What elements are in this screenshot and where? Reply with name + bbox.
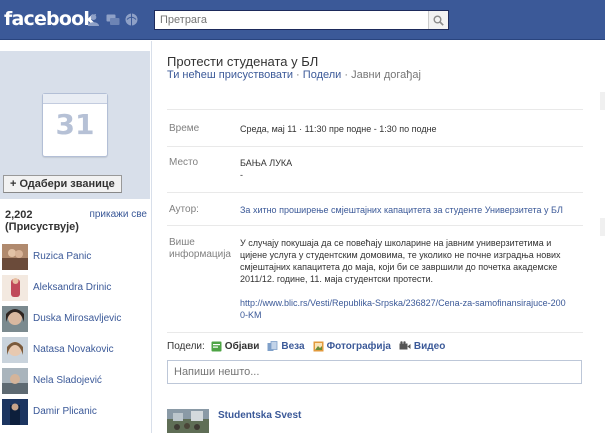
share-bar: Подели: Објави Веза Фотографија Видео — [167, 341, 450, 352]
avatar — [2, 274, 28, 301]
attendees-summary: 2,202 (Присуствује) прикажи све — [5, 209, 147, 233]
detail-row-more-info: Више информација У случају покушаја да с… — [167, 225, 583, 333]
share-item-label: Видео — [413, 341, 446, 352]
attendee-item[interactable]: Damir Plicanic — [0, 396, 150, 427]
detail-value: Среда, мај 11 · 11:30 пре подне - 1:30 п… — [240, 124, 437, 134]
description-line: цијене услуга у студентским домовима, те… — [240, 250, 561, 260]
notifications-icon[interactable] — [124, 13, 139, 26]
photo-icon — [313, 341, 324, 352]
avatar — [2, 367, 28, 394]
attendee-item[interactable]: Aleksandra Drinic — [0, 272, 150, 303]
detail-label: Више — [169, 237, 195, 248]
external-link[interactable]: 0-KM — [240, 309, 262, 321]
status-icon — [211, 341, 222, 352]
choose-guests-button[interactable]: + Одабери званице — [3, 175, 122, 193]
right-column-edge — [600, 92, 605, 110]
detail-row-time: Време Среда, мај 11 · 11:30 пре подне - … — [167, 109, 583, 146]
detail-row-author: Аутор: За хитно проширење смјештајних ка… — [167, 192, 583, 225]
left-column: 31 + Одабери званице 2,202 (Присуствује)… — [0, 41, 152, 433]
calendar-icon: 31 — [42, 93, 108, 157]
post-author-link[interactable]: Studentska Svest — [218, 410, 301, 421]
detail-row-place: Место БАЊА ЛУКА - — [167, 146, 583, 192]
description-line: смјештајних капацитета до маја, који би … — [240, 262, 558, 272]
notification-jewels — [86, 13, 139, 26]
attendee-name: Natasa Novakovic — [33, 344, 114, 355]
detail-label: Место — [169, 157, 199, 168]
detail-label: Време — [169, 123, 200, 134]
friend-requests-icon[interactable] — [86, 13, 101, 26]
attendee-item[interactable]: Duska Mirosavljevic — [0, 303, 150, 334]
avatar — [2, 305, 28, 332]
composer-input[interactable] — [174, 361, 574, 383]
avatar — [2, 243, 28, 270]
attendee-list: Ruzica Panic Aleksandra Drinic Duska Mir… — [0, 241, 150, 427]
attendee-name: Duska Mirosavljevic — [33, 313, 122, 324]
attendee-name: Nela Sladojević — [33, 375, 102, 386]
attendee-label: (Присуствује) — [5, 221, 79, 233]
share-link-button[interactable]: Веза — [267, 341, 305, 352]
share-status-button[interactable]: Објави — [211, 341, 260, 352]
share-event-link[interactable]: Подели — [303, 69, 342, 81]
external-link[interactable]: http://www.blic.rs/Vesti/Republika-Srpsk… — [240, 297, 566, 309]
share-item-label: Веза — [281, 341, 305, 352]
messages-icon[interactable] — [105, 13, 120, 26]
facebook-logo[interactable]: facebook — [4, 8, 96, 30]
right-column-edge — [600, 218, 605, 236]
search-icon[interactable] — [428, 11, 448, 29]
post-thumbnail[interactable] — [167, 409, 209, 433]
detail-label: Аутор: — [169, 204, 199, 215]
attendee-item[interactable]: Nela Sladojević — [0, 365, 150, 396]
attendee-name: Aleksandra Drinic — [33, 282, 112, 293]
attendee-name: Damir Plicanic — [33, 406, 97, 417]
separator: · — [341, 69, 352, 81]
share-photo-button[interactable]: Фотографија — [313, 341, 391, 352]
avatar — [2, 398, 28, 425]
video-icon — [399, 341, 411, 350]
attendee-item[interactable]: Natasa Novakovic — [0, 334, 150, 365]
detail-label: информација — [169, 249, 231, 260]
search-box — [154, 10, 449, 30]
search-input[interactable] — [155, 11, 427, 29]
rsvp-status-link[interactable]: Ти нећеш присуствовати — [167, 69, 293, 81]
share-item-label: Објави — [224, 341, 260, 352]
event-title: Протести студената у БЛ — [167, 54, 319, 69]
link-icon — [267, 341, 278, 351]
post-composer — [167, 360, 582, 384]
detail-value: БАЊА ЛУКА — [240, 158, 293, 168]
separator: · — [293, 69, 303, 81]
event-subline: Ти нећеш присуствовати · Подели · Јавни … — [167, 69, 421, 81]
show-all-link[interactable]: прикажи све — [89, 209, 147, 220]
event-visibility: Јавни догађај — [351, 69, 421, 81]
share-video-button[interactable]: Видео — [399, 341, 445, 352]
attendee-item[interactable]: Ruzica Panic — [0, 241, 150, 272]
description-line: 2011/12. године, 11. маја студентски про… — [240, 274, 434, 284]
author-link[interactable]: За хитно проширење смјештајних капацитет… — [240, 204, 563, 216]
share-label: Подели: — [167, 341, 205, 352]
avatar — [2, 336, 28, 363]
detail-value-sub: - — [240, 170, 243, 180]
attendee-name: Ruzica Panic — [33, 251, 92, 262]
share-item-label: Фотографија — [326, 341, 391, 352]
top-bar: facebook — [0, 0, 605, 40]
calendar-day: 31 — [55, 108, 95, 141]
description-line: У случају покушаја да се повећају школар… — [240, 238, 552, 248]
